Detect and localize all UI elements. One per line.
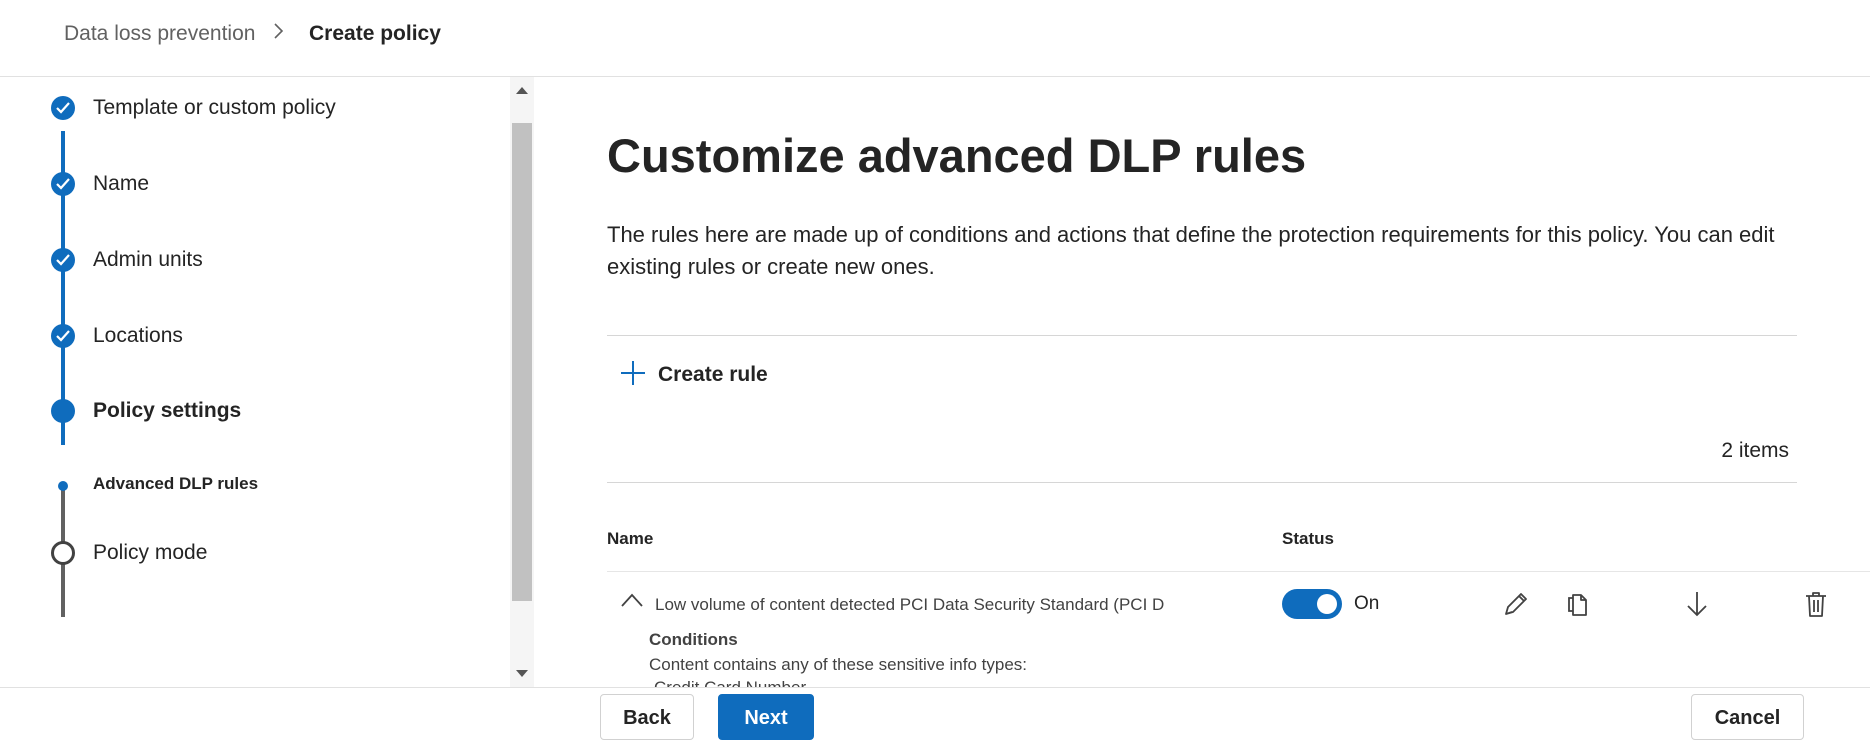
step-template-or-custom-policy[interactable]: Template or custom policy (93, 96, 336, 120)
column-header-status[interactable]: Status (1282, 529, 1334, 549)
page-title: Customize advanced DLP rules (607, 129, 1307, 182)
step-policy-settings[interactable]: Policy settings (93, 399, 241, 423)
rule-name[interactable]: Low volume of content detected PCI Data … (655, 595, 1185, 615)
add-icon (620, 360, 646, 391)
wizard-footer: Back Next Cancel (0, 687, 1870, 743)
step-locations[interactable]: Locations (93, 324, 183, 348)
scrollbar-thumb[interactable] (512, 123, 532, 601)
column-header-name[interactable]: Name (607, 529, 653, 549)
create-rule-label: Create rule (658, 363, 768, 386)
scroll-down-arrow-icon[interactable] (516, 670, 528, 677)
status-toggle[interactable] (1282, 589, 1342, 619)
conditions-item: Credit Card Number (654, 678, 806, 687)
edit-pencil-icon[interactable] (1502, 589, 1530, 619)
breadcrumb-bar: Data loss prevention Create policy (0, 0, 1870, 77)
chevron-right-icon (272, 20, 286, 48)
conditions-text: Content contains any of these sensitive … (649, 655, 1028, 674)
step-name[interactable]: Name (93, 172, 149, 196)
step-policy-mode[interactable]: Policy mode (93, 541, 207, 565)
conditions-heading: Conditions (649, 630, 738, 649)
move-down-arrow-icon[interactable] (1683, 589, 1711, 619)
status-label: On (1354, 593, 1380, 614)
breadcrumb-current: Create policy (309, 22, 441, 45)
stepper-scrollbar[interactable] (510, 77, 534, 687)
step-completed-icon (51, 96, 75, 120)
step-current-icon (51, 399, 75, 423)
step-not-started-icon (51, 541, 75, 565)
next-button[interactable]: Next (718, 694, 814, 740)
substep-advanced-dlp-rules[interactable]: Advanced DLP rules (93, 474, 258, 494)
back-button[interactable]: Back (600, 694, 694, 740)
cancel-button[interactable]: Cancel (1691, 694, 1804, 740)
step-admin-units[interactable]: Admin units (93, 248, 203, 272)
header-row-divider (607, 571, 1870, 572)
section-divider (607, 335, 1797, 336)
breadcrumb-link-data-loss-prevention[interactable]: Data loss prevention (64, 22, 255, 46)
copy-icon[interactable] (1564, 589, 1592, 619)
table-top-divider (607, 482, 1797, 483)
step-completed-icon (51, 248, 75, 272)
wizard-stepper: Template or custom policy Name Admin uni… (0, 77, 510, 687)
items-count: 2 items (1721, 439, 1789, 462)
scroll-up-arrow-icon[interactable] (516, 87, 528, 94)
page-description: The rules here are made up of conditions… (607, 222, 1775, 279)
delete-trash-icon[interactable] (1802, 589, 1830, 619)
step-completed-icon (51, 172, 75, 196)
step-completed-icon (51, 324, 75, 348)
chevron-up-icon[interactable] (620, 592, 644, 613)
substep-current-icon (58, 481, 68, 491)
main-content: Customize advanced DLP rules The rules h… (534, 77, 1870, 687)
toggle-knob (1317, 594, 1337, 614)
